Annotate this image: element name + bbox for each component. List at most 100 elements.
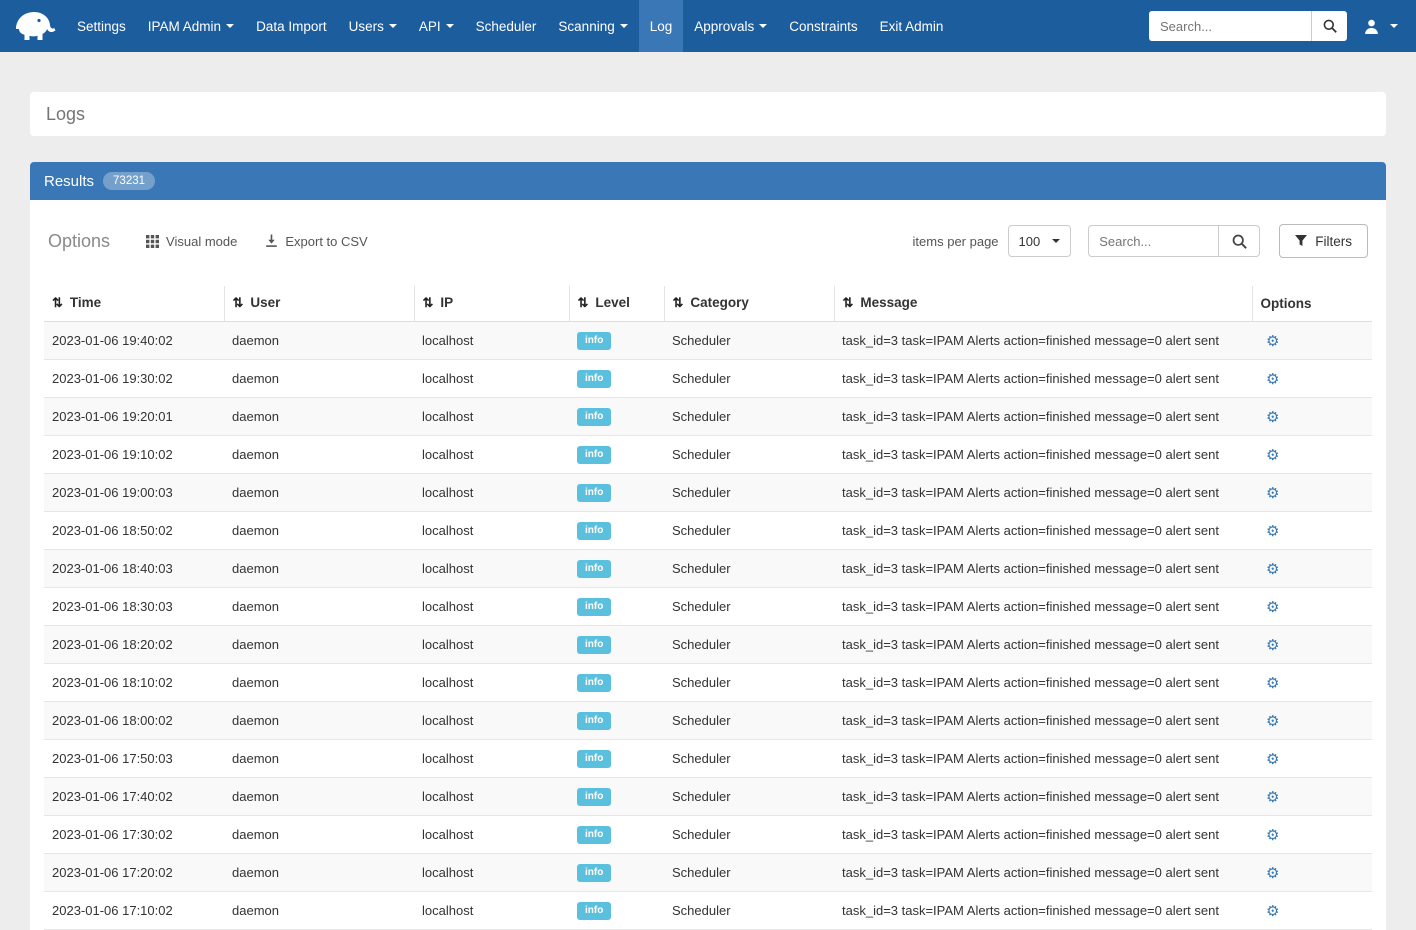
cell-ip: localhost bbox=[414, 436, 569, 474]
sort-icon[interactable]: ⇅ bbox=[673, 295, 684, 310]
nav-item-users[interactable]: Users bbox=[338, 0, 408, 52]
cell-ip: localhost bbox=[414, 892, 569, 930]
cell-options: ⚙ bbox=[1252, 322, 1372, 360]
cell-options: ⚙ bbox=[1252, 626, 1372, 664]
level-badge: info bbox=[577, 332, 611, 350]
row-settings-gear-icon[interactable]: ⚙ bbox=[1260, 447, 1279, 464]
row-settings-gear-icon[interactable]: ⚙ bbox=[1260, 485, 1279, 502]
nav-item-log[interactable]: Log bbox=[639, 0, 684, 52]
row-settings-gear-icon[interactable]: ⚙ bbox=[1260, 713, 1279, 730]
cell-level: info bbox=[569, 854, 664, 892]
cell-options: ⚙ bbox=[1252, 892, 1372, 930]
table-header-row: ⇅Time⇅User⇅IP⇅Level⇅Category⇅MessageOpti… bbox=[44, 286, 1372, 322]
table-row: 2023-01-06 17:10:02daemonlocalhostinfoSc… bbox=[44, 892, 1372, 930]
results-panel: Results 73231 Options Visual mode bbox=[30, 162, 1386, 930]
results-header: Results 73231 bbox=[30, 162, 1386, 200]
table-row: 2023-01-06 19:40:02daemonlocalhostinfoSc… bbox=[44, 322, 1372, 360]
table-body: 2023-01-06 19:40:02daemonlocalhostinfoSc… bbox=[44, 322, 1372, 930]
cell-level: info bbox=[569, 740, 664, 778]
row-settings-gear-icon[interactable]: ⚙ bbox=[1260, 333, 1279, 350]
sort-icon[interactable]: ⇅ bbox=[52, 295, 63, 310]
cell-time: 2023-01-06 17:50:03 bbox=[44, 740, 224, 778]
nav-item-approvals[interactable]: Approvals bbox=[683, 0, 778, 52]
navbar-search-button[interactable] bbox=[1311, 11, 1347, 41]
row-settings-gear-icon[interactable]: ⚙ bbox=[1260, 865, 1279, 882]
sort-icon[interactable]: ⇅ bbox=[843, 295, 854, 310]
row-settings-gear-icon[interactable]: ⚙ bbox=[1260, 371, 1279, 388]
sort-icon[interactable]: ⇅ bbox=[233, 295, 244, 310]
cell-message: task_id=3 task=IPAM Alerts action=finish… bbox=[834, 702, 1252, 740]
cell-message: task_id=3 task=IPAM Alerts action=finish… bbox=[834, 854, 1252, 892]
level-badge: info bbox=[577, 484, 611, 502]
cell-category: Scheduler bbox=[664, 398, 834, 436]
column-label: Category bbox=[690, 295, 749, 310]
table-search-input[interactable] bbox=[1088, 225, 1218, 257]
cell-message: task_id=3 task=IPAM Alerts action=finish… bbox=[834, 816, 1252, 854]
level-badge: info bbox=[577, 826, 611, 844]
row-settings-gear-icon[interactable]: ⚙ bbox=[1260, 599, 1279, 616]
page-header-panel: Logs bbox=[30, 92, 1386, 136]
level-badge: info bbox=[577, 522, 611, 540]
column-header-category[interactable]: ⇅ Category bbox=[664, 286, 834, 322]
row-settings-gear-icon[interactable]: ⚙ bbox=[1260, 675, 1279, 692]
page-title: Logs bbox=[46, 104, 85, 125]
row-settings-gear-icon[interactable]: ⚙ bbox=[1260, 561, 1279, 578]
nav-item-ipam-admin[interactable]: IPAM Admin bbox=[137, 0, 245, 52]
cell-category: Scheduler bbox=[664, 892, 834, 930]
chevron-down-icon bbox=[759, 24, 767, 28]
table-search-button[interactable] bbox=[1218, 225, 1260, 257]
cell-user: daemon bbox=[224, 398, 414, 436]
column-label: Time bbox=[70, 295, 101, 310]
cell-time: 2023-01-06 19:20:01 bbox=[44, 398, 224, 436]
cell-level: info bbox=[569, 588, 664, 626]
table-row: 2023-01-06 19:20:01daemonlocalhostinfoSc… bbox=[44, 398, 1372, 436]
cell-options: ⚙ bbox=[1252, 588, 1372, 626]
row-settings-gear-icon[interactable]: ⚙ bbox=[1260, 409, 1279, 426]
row-settings-gear-icon[interactable]: ⚙ bbox=[1260, 637, 1279, 654]
sort-icon[interactable]: ⇅ bbox=[578, 295, 589, 310]
column-header-level[interactable]: ⇅Level bbox=[569, 286, 664, 322]
cell-options: ⚙ bbox=[1252, 778, 1372, 816]
cell-user: daemon bbox=[224, 550, 414, 588]
row-settings-gear-icon[interactable]: ⚙ bbox=[1260, 903, 1279, 920]
column-header-ip[interactable]: ⇅IP bbox=[414, 286, 569, 322]
cell-level: info bbox=[569, 474, 664, 512]
table-row: 2023-01-06 17:50:03daemonlocalhostinfoSc… bbox=[44, 740, 1372, 778]
cell-level: info bbox=[569, 436, 664, 474]
cell-message: task_id=3 task=IPAM Alerts action=finish… bbox=[834, 588, 1252, 626]
phpipam-logo[interactable] bbox=[8, 0, 66, 52]
items-per-page-select[interactable]: 100 bbox=[1008, 225, 1072, 257]
row-settings-gear-icon[interactable]: ⚙ bbox=[1260, 523, 1279, 540]
filters-label: Filters bbox=[1315, 234, 1352, 249]
column-header-user[interactable]: ⇅User bbox=[224, 286, 414, 322]
cell-level: info bbox=[569, 664, 664, 702]
cell-user: daemon bbox=[224, 816, 414, 854]
cell-time: 2023-01-06 17:10:02 bbox=[44, 892, 224, 930]
visual-mode-button[interactable]: Visual mode bbox=[146, 234, 237, 249]
cell-user: daemon bbox=[224, 588, 414, 626]
cell-message: task_id=3 task=IPAM Alerts action=finish… bbox=[834, 626, 1252, 664]
column-header-message[interactable]: ⇅Message bbox=[834, 286, 1252, 322]
nav-item-constraints[interactable]: Constraints bbox=[778, 0, 868, 52]
user-menu[interactable] bbox=[1359, 18, 1402, 35]
cell-message: task_id=3 task=IPAM Alerts action=finish… bbox=[834, 322, 1252, 360]
nav-item-scheduler[interactable]: Scheduler bbox=[465, 0, 548, 52]
chevron-down-icon bbox=[389, 24, 397, 28]
navbar-search-input[interactable] bbox=[1149, 11, 1311, 41]
cell-user: daemon bbox=[224, 474, 414, 512]
cell-level: info bbox=[569, 816, 664, 854]
nav-item-exit-admin[interactable]: Exit Admin bbox=[869, 0, 955, 52]
export-csv-button[interactable]: Export to CSV bbox=[265, 234, 367, 249]
cell-ip: localhost bbox=[414, 626, 569, 664]
filters-button[interactable]: Filters bbox=[1279, 224, 1368, 258]
nav-item-data-import[interactable]: Data Import bbox=[245, 0, 338, 52]
nav-item-scanning[interactable]: Scanning bbox=[547, 0, 638, 52]
nav-item-api[interactable]: API bbox=[408, 0, 465, 52]
sort-icon[interactable]: ⇅ bbox=[423, 295, 434, 310]
row-settings-gear-icon[interactable]: ⚙ bbox=[1260, 751, 1279, 768]
nav-item-settings[interactable]: Settings bbox=[66, 0, 137, 52]
row-settings-gear-icon[interactable]: ⚙ bbox=[1260, 827, 1279, 844]
column-header-time[interactable]: ⇅ Time bbox=[44, 286, 224, 322]
row-settings-gear-icon[interactable]: ⚙ bbox=[1260, 789, 1279, 806]
table-row: 2023-01-06 19:10:02daemonlocalhostinfoSc… bbox=[44, 436, 1372, 474]
